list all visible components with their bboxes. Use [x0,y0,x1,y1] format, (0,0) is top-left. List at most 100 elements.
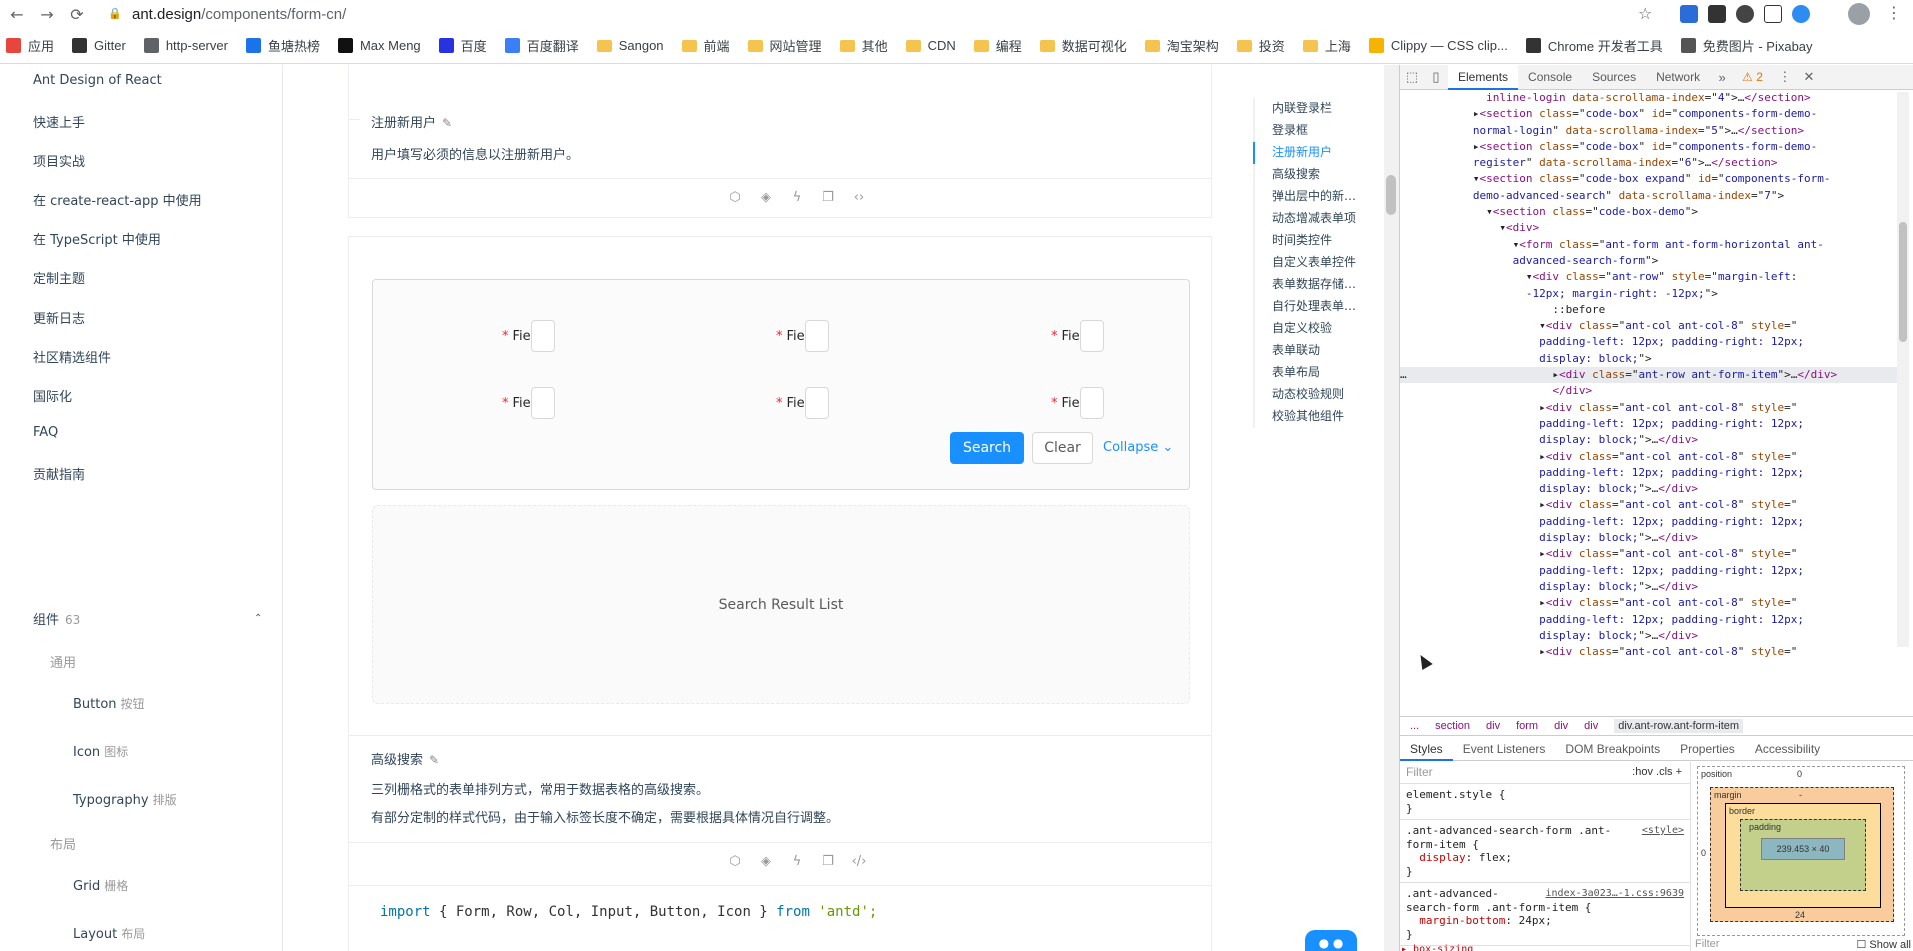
bookmark-item[interactable]: CDN [905,38,956,53]
devtools-tab[interactable]: Network [1646,65,1710,90]
toc-item[interactable]: 表单联动 [1255,340,1363,362]
toc-item[interactable]: 动态增减表单项 [1255,208,1363,230]
chevron-up-icon[interactable]: ⌃ [254,613,262,624]
toc-item[interactable]: 注册新用户 [1253,142,1363,164]
address-bar[interactable]: 🔒 ant.design/components/form-cn/ [98,1,1658,27]
codesandbox-icon[interactable]: ◈ [757,854,775,869]
nav-item[interactable]: FAQ [33,425,58,440]
copy-icon[interactable]: ❐ [819,854,837,869]
dom-node-line[interactable]: padding-left: 12px; padding-right: 12px; [1400,465,1900,481]
clear-button[interactable]: Clear [1032,432,1093,464]
dom-node-line[interactable]: ▾<div class="ant-row" style="margin-left… [1400,269,1900,285]
bookmark-item[interactable]: 免费图片 - Pixabay [1680,36,1813,55]
chat-button[interactable]: ● ● [1305,930,1357,951]
bookmark-item[interactable]: 前端 [681,36,730,55]
nav-item[interactable]: Ant Design of React [33,73,162,88]
bookmark-item[interactable]: 编程 [973,36,1022,55]
back-icon[interactable]: ← [4,1,30,27]
dom-node-line[interactable]: display: block;"> [1400,351,1900,367]
extension-icon[interactable] [1792,5,1810,23]
copy-icon[interactable]: ❐ [819,190,837,205]
bookmark-item[interactable]: 数据可视化 [1039,36,1127,55]
code-expand-icon[interactable]: ‹› [850,190,868,205]
qr-extension-icon[interactable] [1708,5,1726,23]
field-input[interactable] [1079,320,1104,352]
bookmark-star-icon[interactable]: ☆ [1638,4,1652,23]
toc-item[interactable]: 动态校验规则 [1255,384,1363,406]
bookmark-item[interactable]: 其他 [839,36,888,55]
inspect-icon[interactable]: ⬚ [1400,69,1424,85]
dom-node-line[interactable]: display: block;">…</div> [1400,579,1900,595]
codepen-icon[interactable]: ⬡ [726,190,744,205]
styles-subtab[interactable]: Event Listeners [1453,737,1556,761]
dom-node-line[interactable]: ▸<div class="ant-col ant-col-8" style=" [1400,595,1900,611]
dom-node-line[interactable]: inline-login data-scrollama-index="4">…<… [1400,90,1900,106]
extension-icon[interactable] [1764,5,1782,23]
styles-subtab[interactable]: Styles [1400,737,1453,761]
toc-item[interactable]: 自定义校验 [1255,318,1363,340]
dom-node-line[interactable]: display: block;">…</div> [1400,432,1900,448]
bookmark-item[interactable]: 鱼塘热榜 [245,36,320,55]
breadcrumb-item[interactable]: ... [1410,720,1419,732]
nav-item[interactable]: 社区精选组件 [33,347,111,366]
dom-node-line[interactable]: display: block;">…</div> [1400,481,1900,497]
dom-node-line[interactable]: register" data-scrollama-index="6">…</se… [1400,155,1900,171]
edit-icon[interactable]: ✎ [429,753,439,767]
extension-icon[interactable] [1680,5,1698,23]
computed-prop[interactable]: ▸ box-sizing [1401,944,1473,951]
riddle-icon[interactable]: ϟ [788,854,806,869]
bookmark-item[interactable]: 应用 [6,36,54,55]
nav-item[interactable]: 更新日志 [33,308,85,327]
dom-node-line[interactable]: ▸<div class="ant-col ant-col-8" style=" [1400,400,1900,416]
bookmark-item[interactable]: 网站管理 [747,36,822,55]
dom-node-line[interactable]: display: block;">…</div> [1400,530,1900,546]
toc-item[interactable]: 内联登录栏 [1255,98,1363,120]
field-input[interactable] [1079,387,1104,419]
breadcrumb-item[interactable]: div [1584,720,1598,732]
computed-filter[interactable]: Filter ☐ Show all [1695,938,1911,951]
code-collapse-icon[interactable]: ‹/› [850,854,868,869]
dom-node-line[interactable]: ▾<div class="ant-col ant-col-8" style=" [1400,318,1900,334]
dom-node-line[interactable]: ▾<form class="ant-form ant-form-horizont… [1400,237,1900,253]
bookmark-item[interactable]: 百度 [438,36,487,55]
devtools-menu-icon[interactable]: ⋮ [1773,69,1797,85]
profile-avatar[interactable] [1848,3,1870,25]
nav-item[interactable]: 在 create-react-app 中使用 [33,190,202,209]
dom-node-line[interactable]: padding-left: 12px; padding-right: 12px; [1400,514,1900,530]
toc-item[interactable]: 登录框 [1255,120,1363,142]
dom-node-line[interactable]: advanced-search-form"> [1400,253,1900,269]
dom-node-line[interactable]: ▸<div class="ant-col ant-col-8" style=" [1400,449,1900,465]
dom-node-line[interactable]: padding-left: 12px; padding-right: 12px; [1400,563,1900,579]
nav-item-grid[interactable]: Grid 栅格 [73,877,128,894]
breadcrumb-item[interactable]: section [1435,720,1470,732]
nav-item-layout[interactable]: Layout 布局 [73,925,145,942]
styles-subtab[interactable]: Properties [1670,737,1745,761]
bookmark-item[interactable]: Sangon [596,38,664,53]
dom-node-line[interactable]: padding-left: 12px; padding-right: 12px; [1400,612,1900,628]
nav-item-typography[interactable]: Typography 排版 [73,791,177,808]
field-input[interactable] [804,387,829,419]
toc-item[interactable]: 表单数据存储于... [1255,274,1363,296]
browser-menu-icon[interactable]: ⋮ [1886,3,1902,22]
device-toolbar-icon[interactable]: ▯ [1424,69,1448,85]
nav-item[interactable]: 国际化 [33,386,72,405]
dom-scrollbar[interactable] [1897,92,1909,647]
scrollbar-thumb[interactable] [1386,175,1396,215]
dom-node-line[interactable]: </div> [1400,383,1900,399]
breadcrumb-item[interactable]: div [1554,720,1568,732]
bookmark-item[interactable]: Clippy — CSS clip... [1368,38,1508,53]
extension-icon[interactable] [1736,5,1754,23]
bookmark-item[interactable]: Max Meng [337,38,421,53]
collapse-link[interactable]: Collapse ⌄ [1103,440,1173,455]
toc-item[interactable]: 校验其他组件 [1255,406,1363,428]
toc-item[interactable]: 高级搜索 [1255,164,1363,186]
bookmark-item[interactable]: 淘宝架构 [1144,36,1219,55]
warning-badge[interactable]: ⚠ 2 [1742,70,1763,84]
nav-item[interactable]: 贡献指南 [33,464,85,483]
show-all-checkbox[interactable]: ☐ Show all [1857,938,1912,951]
codepen-icon[interactable]: ⬡ [726,854,744,869]
dom-node-line[interactable]: ▸<div class="ant-col ant-col-8" style=" [1400,546,1900,562]
close-icon[interactable]: ✕ [1797,69,1821,85]
bookmark-item[interactable]: 上海 [1302,36,1351,55]
bookmark-item[interactable]: 百度翻译 [504,36,579,55]
